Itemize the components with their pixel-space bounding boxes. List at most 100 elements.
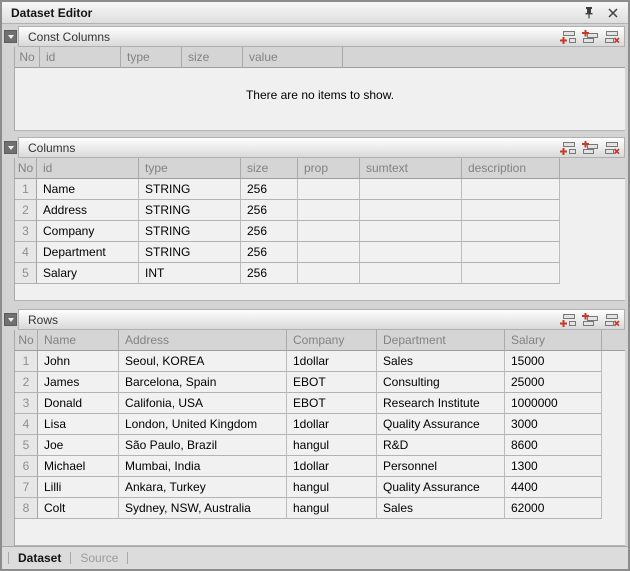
data-cell[interactable]: Barcelona, Spain (119, 372, 287, 393)
data-cell[interactable]: hangul (287, 435, 377, 456)
close-icon[interactable] (605, 5, 620, 20)
column-header[interactable]: No (15, 47, 40, 68)
data-cell[interactable]: Salary (37, 263, 139, 284)
row-number-cell[interactable]: 5 (15, 435, 38, 456)
data-cell[interactable] (298, 200, 360, 221)
data-cell[interactable]: R&D (377, 435, 505, 456)
data-cell[interactable]: 1dollar (287, 456, 377, 477)
data-cell[interactable]: 256 (241, 242, 298, 263)
data-cell[interactable]: São Paulo, Brazil (119, 435, 287, 456)
data-cell[interactable]: 1dollar (287, 414, 377, 435)
data-cell[interactable]: Seoul, KOREA (119, 351, 287, 372)
data-cell[interactable] (360, 179, 462, 200)
column-header[interactable]: description (462, 158, 560, 179)
rows-delete-row-icon[interactable] (603, 312, 621, 327)
data-cell[interactable]: 8600 (505, 435, 602, 456)
data-cell[interactable]: James (38, 372, 119, 393)
rows-insert-row-icon[interactable] (581, 312, 599, 327)
data-cell[interactable]: John (38, 351, 119, 372)
column-header[interactable]: Salary (505, 330, 602, 351)
data-cell[interactable]: 3000 (505, 414, 602, 435)
rows-collapse-button chevron-down-icon[interactable] (4, 313, 17, 326)
pin-icon[interactable] (581, 5, 596, 20)
data-cell[interactable]: Mumbai, India (119, 456, 287, 477)
data-cell[interactable] (298, 221, 360, 242)
column-header[interactable]: id (37, 158, 139, 179)
column-header[interactable]: No (15, 158, 37, 179)
columns-add-row-icon[interactable] (559, 140, 577, 155)
data-cell[interactable] (360, 263, 462, 284)
columns-insert-row-icon[interactable] (581, 140, 599, 155)
data-cell[interactable]: Address (37, 200, 139, 221)
data-cell[interactable] (462, 221, 560, 242)
column-header[interactable]: sumtext (360, 158, 462, 179)
row-number-cell[interactable]: 1 (15, 351, 38, 372)
data-cell[interactable]: Lisa (38, 414, 119, 435)
data-cell[interactable]: Sales (377, 351, 505, 372)
tab-source[interactable]: Source (71, 551, 127, 565)
data-cell[interactable]: Donald (38, 393, 119, 414)
data-cell[interactable]: 25000 (505, 372, 602, 393)
data-cell[interactable]: Sydney, NSW, Australia (119, 498, 287, 519)
data-cell[interactable]: Michael (38, 456, 119, 477)
data-cell[interactable]: hangul (287, 498, 377, 519)
data-cell[interactable]: Ankara, Turkey (119, 477, 287, 498)
column-header[interactable]: type (139, 158, 241, 179)
data-cell[interactable]: EBOT (287, 372, 377, 393)
data-cell[interactable]: Name (37, 179, 139, 200)
data-cell[interactable] (360, 221, 462, 242)
data-cell[interactable] (462, 200, 560, 221)
data-cell[interactable]: 1300 (505, 456, 602, 477)
columns-delete-row-icon[interactable] (603, 140, 621, 155)
data-cell[interactable]: 62000 (505, 498, 602, 519)
row-number-cell[interactable]: 8 (15, 498, 38, 519)
data-cell[interactable]: Quality Assurance (377, 414, 505, 435)
data-cell[interactable]: 4400 (505, 477, 602, 498)
data-cell[interactable]: Personnel (377, 456, 505, 477)
data-cell[interactable]: hangul (287, 477, 377, 498)
data-cell[interactable] (462, 263, 560, 284)
data-cell[interactable]: Califonia, USA (119, 393, 287, 414)
rows-add-row-icon[interactable] (559, 312, 577, 327)
data-cell[interactable]: 256 (241, 200, 298, 221)
data-cell[interactable]: Company (37, 221, 139, 242)
data-cell[interactable] (462, 242, 560, 263)
const-columns-insert-row-icon[interactable] (581, 29, 599, 44)
column-header[interactable]: prop (298, 158, 360, 179)
column-header[interactable]: id (40, 47, 121, 68)
const-columns-collapse-button chevron-down-icon[interactable] (4, 30, 17, 43)
data-cell[interactable] (298, 263, 360, 284)
data-cell[interactable]: London, United Kingdom (119, 414, 287, 435)
column-header[interactable]: No (15, 330, 38, 351)
data-cell[interactable] (298, 179, 360, 200)
data-cell[interactable] (462, 179, 560, 200)
const-columns-delete-row-icon[interactable] (603, 29, 621, 44)
row-number-cell[interactable]: 2 (15, 372, 38, 393)
data-cell[interactable]: Consulting (377, 372, 505, 393)
column-header[interactable]: size (182, 47, 243, 68)
data-cell[interactable]: INT (139, 263, 241, 284)
row-number-cell[interactable]: 6 (15, 456, 38, 477)
column-header[interactable]: type (121, 47, 182, 68)
data-cell[interactable]: EBOT (287, 393, 377, 414)
data-cell[interactable]: Sales (377, 498, 505, 519)
const-columns-add-row-icon[interactable] (559, 29, 577, 44)
column-header[interactable]: value (243, 47, 343, 68)
columns-collapse-button chevron-down-icon[interactable] (4, 141, 17, 154)
data-cell[interactable]: Department (37, 242, 139, 263)
data-cell[interactable]: 1dollar (287, 351, 377, 372)
data-cell[interactable] (298, 242, 360, 263)
data-cell[interactable] (360, 242, 462, 263)
data-cell[interactable] (360, 200, 462, 221)
data-cell[interactable]: Research Institute (377, 393, 505, 414)
data-cell[interactable]: STRING (139, 242, 241, 263)
row-number-cell[interactable]: 7 (15, 477, 38, 498)
row-number-cell[interactable]: 4 (15, 414, 38, 435)
data-cell[interactable]: Joe (38, 435, 119, 456)
column-header[interactable]: Company (287, 330, 377, 351)
data-cell[interactable]: 15000 (505, 351, 602, 372)
column-header[interactable]: size (241, 158, 298, 179)
row-number-cell[interactable]: 3 (15, 393, 38, 414)
data-cell[interactable]: Quality Assurance (377, 477, 505, 498)
row-number-cell[interactable]: 1 (15, 179, 37, 200)
